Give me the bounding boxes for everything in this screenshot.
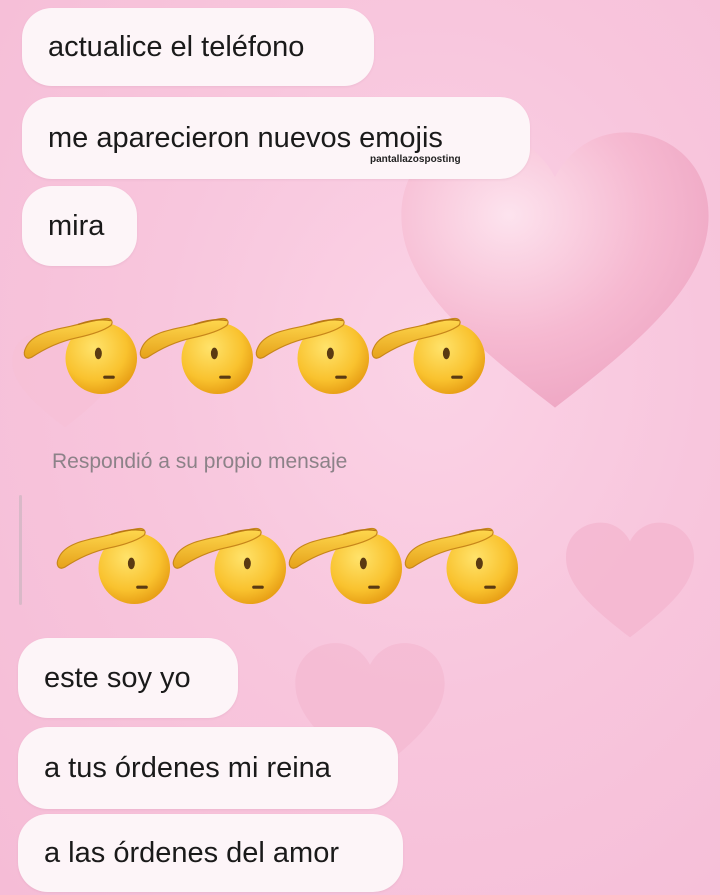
reply-label: Respondió a su propio mensaje bbox=[52, 450, 348, 473]
saluting-face-icon bbox=[403, 515, 519, 607]
message-bubble: me aparecieron nuevos emojis bbox=[22, 97, 530, 179]
heart-decoration-icon bbox=[566, 522, 694, 638]
saluting-face-icon bbox=[138, 305, 254, 397]
emoji-message bbox=[22, 305, 486, 397]
saluting-face-icon bbox=[254, 305, 370, 397]
message-text: actualice el teléfono bbox=[48, 30, 305, 63]
saluting-face-icon bbox=[171, 515, 287, 607]
saluting-face-icon bbox=[22, 305, 138, 397]
message-bubble: mira bbox=[22, 186, 137, 266]
message-bubble: este soy yo bbox=[18, 638, 238, 718]
message-bubble: actualice el teléfono bbox=[22, 8, 374, 86]
message-text: mira bbox=[48, 209, 105, 242]
saluting-face-icon bbox=[287, 515, 403, 607]
message-text: me aparecieron nuevos emojis bbox=[48, 121, 443, 154]
emoji-message bbox=[55, 515, 519, 607]
message-bubble: a tus órdenes mi reina bbox=[18, 727, 398, 809]
reply-indicator-bar bbox=[19, 495, 22, 605]
watermark: pantallazosposting bbox=[370, 154, 461, 165]
message-text: a las órdenes del amor bbox=[44, 836, 339, 869]
message-text: este soy yo bbox=[44, 661, 191, 694]
message-text: a tus órdenes mi reina bbox=[44, 751, 331, 784]
saluting-face-icon bbox=[55, 515, 171, 607]
message-bubble: a las órdenes del amor bbox=[18, 814, 403, 892]
saluting-face-icon bbox=[370, 305, 486, 397]
